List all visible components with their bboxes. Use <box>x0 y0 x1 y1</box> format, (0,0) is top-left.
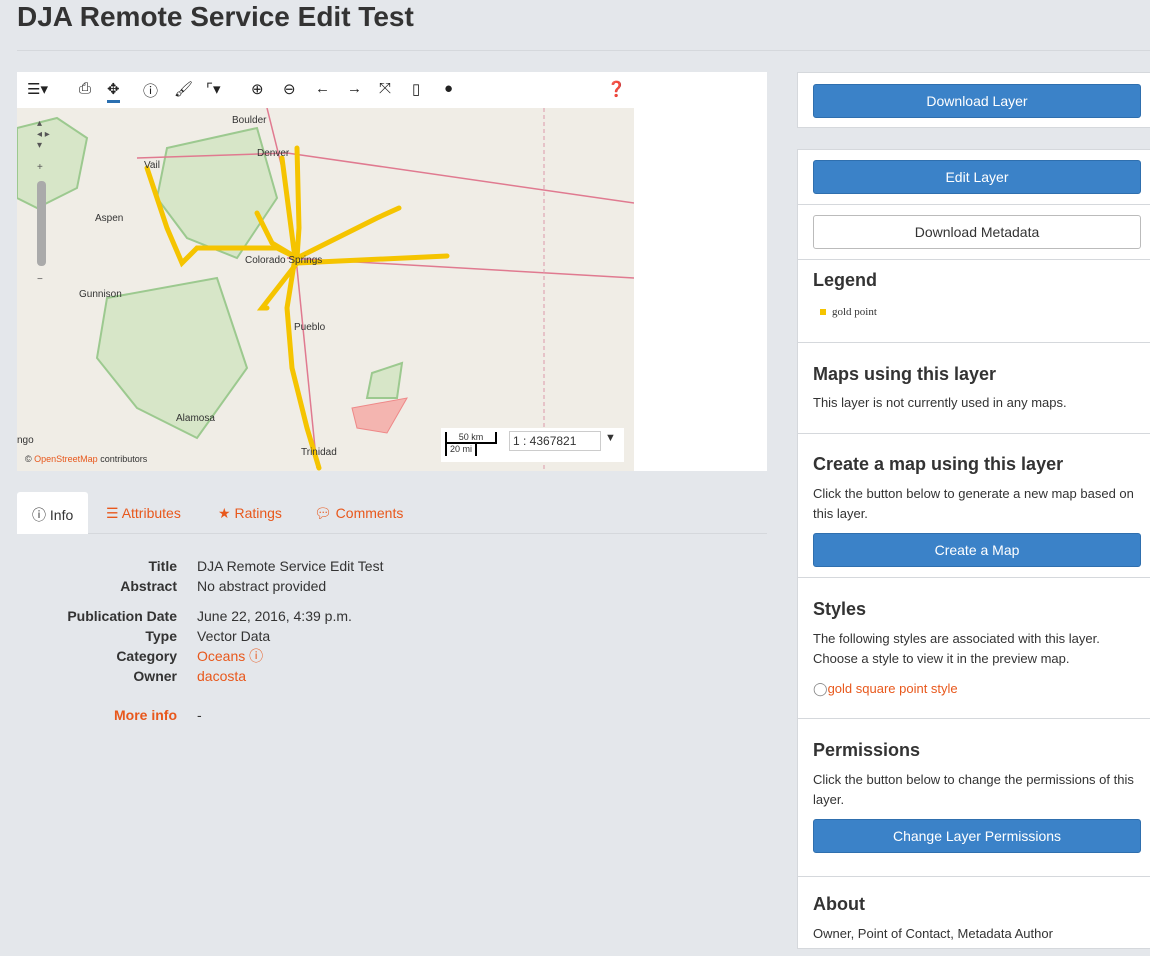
about-text: Owner, Point of Contact, Metadata Author <box>813 926 1053 941</box>
download-layer-button[interactable]: Download Layer <box>813 84 1141 118</box>
comment-icon: 💬︎ <box>314 505 332 521</box>
scale-bar: 50 km 20 mi 1 : 4367821 ▼ <box>441 428 624 462</box>
radio-icon: ◯ <box>813 681 828 696</box>
styles-title: Styles <box>813 599 867 619</box>
help-icon[interactable]: ❓ <box>607 80 626 98</box>
edit-layer-button[interactable]: Edit Layer <box>813 160 1141 194</box>
forest-areas <box>17 116 404 440</box>
zoom-out-icon[interactable]: ⊖ <box>283 80 296 98</box>
forward-arrow-icon[interactable]: → <box>347 80 362 97</box>
legend-title: Legend <box>813 270 878 290</box>
measure-icon[interactable]: ⌜▾ <box>206 80 221 98</box>
map-toolbar: ☰▾ ⎙ ✥ ⓘ 🖌 ⌜▾ ⊕ ⊖ ← → ⤧ ▯ ● ❓ <box>17 72 634 108</box>
layer-sidebar: Edit Layer Download Metadata Legend gold… <box>797 149 1150 949</box>
place-label: Vail <box>144 160 160 171</box>
calendar-icon[interactable]: ▯ <box>412 80 420 98</box>
menu-icon[interactable]: ☰▾ <box>27 80 48 98</box>
page-title: DJA Remote Service Edit Test <box>17 1 414 32</box>
tab-ratings[interactable]: ★ Ratings <box>203 492 297 534</box>
fullscreen-icon[interactable]: ⤧ <box>379 80 391 97</box>
map-panel: ☰▾ ⎙ ✥ ⓘ 🖌 ⌜▾ ⊕ ⊖ ← → ⤧ ▯ ● ❓ ▴ ◂ ▸ ▾ + − Bo… <box>17 72 767 471</box>
star-icon: ★ <box>218 505 231 521</box>
create-map-text: Click the button below to generate a new… <box>813 486 1134 521</box>
more-info-value: - <box>197 707 202 723</box>
place-label: Aspen <box>95 213 124 224</box>
tab-attributes[interactable]: ☰ Attributes <box>91 492 196 534</box>
owner-link[interactable]: dacosta <box>197 666 246 686</box>
layer-tabs: ⓘ Info ☰ Attributes ★ Ratings 💬︎ Comment… <box>17 492 767 534</box>
category-link[interactable]: Oceans ⓘ <box>197 646 277 666</box>
about-title: About <box>813 894 865 914</box>
download-panel: Download Layer <box>797 72 1150 128</box>
tab-comments[interactable]: 💬︎ Comments <box>299 492 418 534</box>
permissions-title: Permissions <box>813 740 921 760</box>
label: Type <box>145 628 177 644</box>
place-label: ngo <box>17 435 34 446</box>
dropdown-arrow-icon[interactable]: ▼ <box>605 432 616 444</box>
title-value: DJA Remote Service Edit Test <box>197 558 384 574</box>
label: Publication Date <box>67 608 177 624</box>
change-permissions-button[interactable]: Change Layer Permissions <box>813 819 1141 853</box>
map-canvas[interactable]: ▴ ◂ ▸ ▾ + − Boulder Denver Vail Aspen Colora… <box>17 108 634 471</box>
globe-icon[interactable]: ● <box>444 80 453 97</box>
type-value: Vector Data <box>197 628 271 644</box>
place-label: Alamosa <box>176 413 215 424</box>
download-metadata-button[interactable]: Download Metadata <box>813 215 1141 249</box>
paintbrush-icon[interactable]: 🖌 <box>174 80 193 98</box>
style-radio-option[interactable]: ◯gold square point style <box>813 681 958 697</box>
red-area <box>351 397 408 434</box>
list-icon: ☰ <box>106 505 119 521</box>
scale-select[interactable]: 1 : 4367821 <box>509 431 601 451</box>
place-label: Pueblo <box>294 322 326 333</box>
place-label: Colorado Springs <box>245 255 323 266</box>
gold-point-swatch <box>820 309 826 315</box>
osm-link[interactable]: OpenStreetMap <box>34 454 98 464</box>
info-icon: ⓘ <box>32 507 46 523</box>
label: Title <box>148 558 177 574</box>
date-value: June 22, 2016, 4:39 p.m. <box>197 608 352 624</box>
pan-icon[interactable]: ✥ <box>107 80 120 103</box>
more-info-link[interactable]: More info <box>17 705 177 725</box>
zoom-in-icon[interactable]: ⊕ <box>251 80 264 98</box>
tab-info[interactable]: ⓘ Info <box>17 492 89 534</box>
place-label: Boulder <box>232 115 267 126</box>
create-map-button[interactable]: Create a Map <box>813 533 1141 567</box>
place-label: Denver <box>257 148 290 159</box>
info-icon[interactable]: ⓘ <box>143 80 158 101</box>
permissions-text: Click the button below to change the per… <box>813 772 1134 807</box>
place-label: Gunnison <box>79 289 122 300</box>
map-attribution: © OpenStreetMap contributors <box>25 454 148 464</box>
scale-line: 50 km 20 mi <box>445 432 497 456</box>
place-label: Trinidad <box>301 447 337 458</box>
label: Category <box>116 648 177 664</box>
abstract-value: No abstract provided <box>197 578 327 594</box>
back-arrow-icon[interactable]: ← <box>315 80 330 97</box>
maps-title: Maps using this layer <box>813 364 997 384</box>
maps-text: This layer is not currently used in any … <box>813 395 1067 410</box>
label: Abstract <box>120 578 177 594</box>
divider <box>17 50 1150 51</box>
styles-text: The following styles are associated with… <box>813 631 1100 666</box>
map-zoom-slider[interactable]: ▴ ◂ ▸ ▾ + − <box>37 118 50 285</box>
print-icon[interactable]: ⎙ <box>79 80 91 97</box>
info-icon: ⓘ <box>249 648 264 664</box>
label: Owner <box>133 668 177 684</box>
create-map-title: Create a map using this layer <box>813 454 1064 474</box>
legend-item: gold point <box>820 306 877 318</box>
